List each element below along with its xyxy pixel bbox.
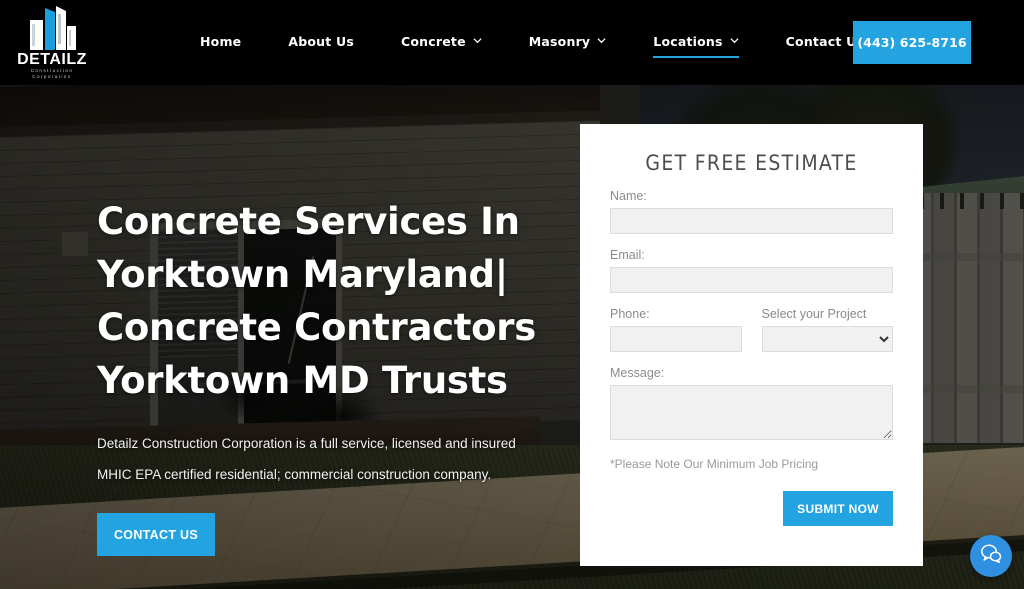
estimate-form-card: GET FREE ESTIMATE Name: Email: Phone: Se…: [580, 124, 923, 566]
phone-input[interactable]: [610, 326, 742, 352]
nav-label: Home: [200, 33, 242, 49]
chevron-down-icon: [473, 36, 482, 45]
nav-item-about-us[interactable]: About Us: [288, 34, 354, 52]
field-message: Message:: [610, 366, 893, 445]
nav-label: Masonry: [528, 33, 591, 49]
nav-label: Concrete: [401, 33, 466, 49]
chevron-down-icon: [597, 36, 606, 45]
submit-row: SUBMIT NOW: [610, 491, 893, 526]
phone-cta-button[interactable]: (443) 625-8716: [853, 21, 971, 64]
nav-label: Locations: [653, 33, 723, 49]
field-project: Select your Project: [761, 307, 893, 352]
form-title: GET FREE ESTIMATE: [645, 151, 858, 175]
site-header: DETAILZ Construction Corporation Home Ab…: [0, 0, 1024, 85]
name-label: Name:: [610, 189, 647, 203]
nav-item-masonry[interactable]: Masonry: [529, 34, 607, 52]
hero-subtitle: Detailz Construction Corporation is a fu…: [97, 436, 516, 482]
phone-label: Phone:: [610, 307, 650, 321]
contact-us-button[interactable]: CONTACT US: [97, 513, 215, 556]
main-navigation: Home About Us Concrete Masonry Locations: [200, 0, 864, 85]
submit-now-button[interactable]: SUBMIT NOW: [783, 491, 893, 526]
logo-tagline-line2: Corporation: [32, 74, 72, 79]
building-icon: [22, 6, 82, 50]
chevron-down-icon: [730, 36, 739, 45]
nav-item-home[interactable]: Home: [200, 34, 241, 52]
chat-bubbles-icon: [979, 542, 1003, 571]
page-title: Concrete Services In Yorktown Maryland| …: [97, 200, 536, 402]
name-input[interactable]: [610, 208, 893, 234]
field-name: Name:: [610, 189, 893, 234]
page-root: DETAILZ Construction Corporation Home Ab…: [0, 0, 1024, 589]
project-label: Select your Project: [761, 307, 867, 321]
pricing-note: *Please Note Our Minimum Job Pricing: [610, 457, 819, 471]
site-logo[interactable]: DETAILZ Construction Corporation: [16, 6, 88, 80]
email-label: Email:: [610, 248, 645, 262]
email-input[interactable]: [610, 267, 893, 293]
project-select[interactable]: [761, 326, 893, 352]
message-textarea[interactable]: [610, 385, 893, 440]
chat-widget-button[interactable]: [970, 535, 1012, 577]
nav-label: About Us: [288, 33, 354, 49]
field-phone: Phone:: [610, 307, 742, 352]
message-label: Message:: [610, 366, 665, 380]
nav-item-concrete[interactable]: Concrete: [401, 34, 482, 52]
logo-wordmark: DETAILZ: [17, 51, 87, 68]
hero-copy: Concrete Services In Yorktown Maryland| …: [97, 195, 567, 556]
phone-project-row: Phone: Select your Project: [610, 307, 893, 352]
nav-item-locations[interactable]: Locations: [653, 33, 740, 58]
field-email: Email:: [610, 248, 893, 293]
